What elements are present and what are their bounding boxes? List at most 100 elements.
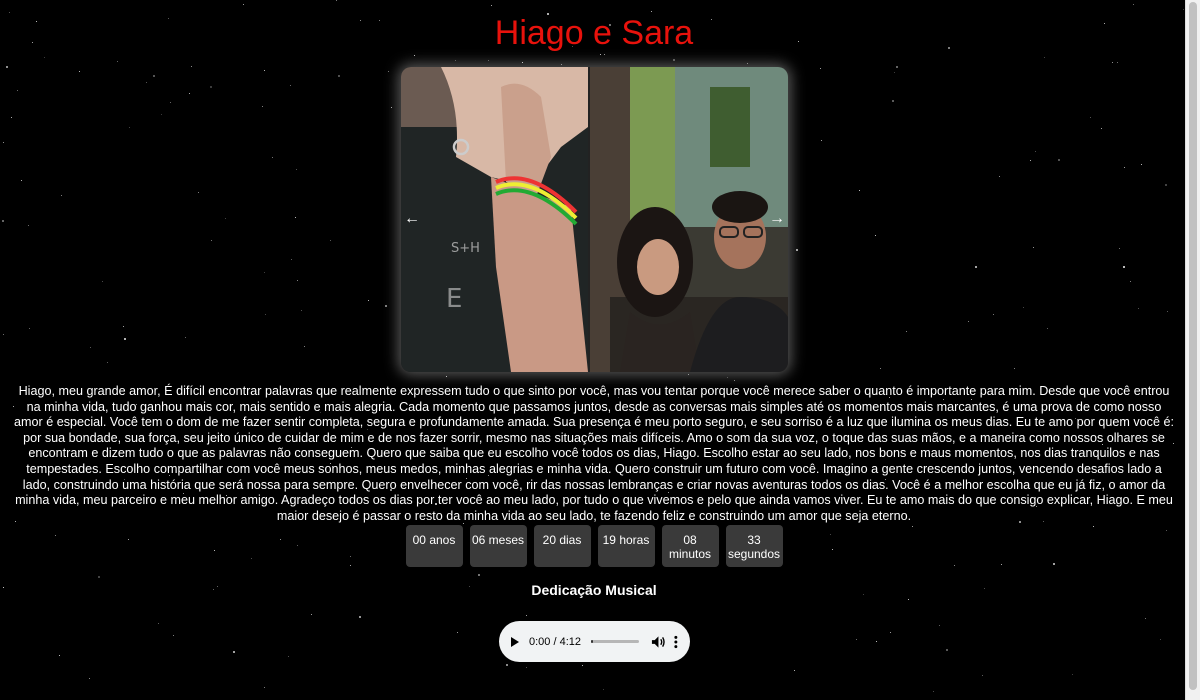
star [856,639,857,640]
star [1030,160,1031,161]
star [295,217,296,218]
carousel-next-button[interactable]: → [766,208,788,230]
star [297,280,298,281]
star [526,615,527,616]
play-icon[interactable] [511,636,519,647]
star [61,195,62,196]
star [225,218,226,219]
audio-player[interactable]: 0:00 / 4:12 [499,621,690,662]
star [368,300,369,301]
star [359,616,361,618]
star [455,60,456,61]
star [291,259,292,260]
star [1090,117,1091,118]
more-options-icon[interactable] [674,635,678,649]
star [859,190,860,191]
star [506,664,508,666]
counter-days: 20 dias [533,525,591,567]
star [388,71,389,72]
carousel-prev-button[interactable]: ← [401,208,423,230]
star [3,334,4,335]
star [1167,311,1168,312]
star [79,71,80,72]
counter-minutes: 08 minutos [661,525,719,567]
star [153,75,155,77]
star [727,377,728,378]
star [821,140,822,141]
star [1112,62,1113,63]
star [526,667,527,668]
star [1072,674,1073,675]
star [906,331,907,332]
star [796,249,798,251]
star [264,272,265,273]
page: Hiago e Sara S+H E ← → Hiago, meu grande… [0,0,1200,700]
counter-months: 06 meses [469,525,527,567]
love-letter-text: Hiago, meu grande amor, É difícil encont… [14,384,1174,523]
star [264,70,265,71]
star [488,60,489,61]
star [1035,151,1036,152]
star [173,635,174,636]
star [939,625,940,626]
star [290,85,291,86]
star [1183,9,1184,10]
star [1124,167,1125,168]
volume-icon[interactable] [651,635,666,649]
star [491,5,492,6]
audio-time-display: 0:00 / 4:12 [529,635,581,648]
star [2,220,4,222]
star [875,235,876,236]
star [129,127,130,128]
audio-progress-slider[interactable] [591,640,640,643]
star [1138,308,1139,309]
star [391,107,392,108]
scrollbar-thumb[interactable] [1189,2,1197,690]
star [603,689,604,690]
star [1117,62,1118,63]
counter-unit: anos [429,533,456,547]
star [6,66,8,68]
page-scrollbar[interactable] [1185,0,1200,700]
hands-photo: S+H E [401,67,588,372]
star [330,240,331,241]
star [414,55,415,56]
photo-carousel[interactable]: S+H E [401,67,788,372]
star [933,691,934,692]
star [107,362,108,363]
star [522,62,523,63]
star [1133,4,1134,5]
star [124,338,126,340]
star [98,576,100,578]
star [296,169,297,170]
star [896,66,898,68]
star [191,66,192,67]
star [604,54,605,55]
counter-value: 19 [602,533,616,547]
star [794,670,795,671]
star [146,82,147,83]
star [1033,247,1034,248]
star [908,599,909,600]
svg-text:E: E [446,284,462,314]
star [561,64,562,65]
star [44,57,45,58]
star [446,376,447,377]
counter-unit: meses [488,533,525,547]
counter-seconds: 33 segundos [725,525,783,567]
star [243,4,244,5]
star [301,310,302,311]
star [1101,128,1102,129]
counter-value: 33 [747,533,761,547]
star [876,641,877,642]
star [1014,368,1015,369]
star [894,72,895,73]
star [198,192,199,193]
star [21,180,22,181]
star [688,374,689,375]
star [673,59,675,61]
star [3,142,4,143]
star [90,347,91,348]
star [170,102,171,103]
star [17,90,18,91]
